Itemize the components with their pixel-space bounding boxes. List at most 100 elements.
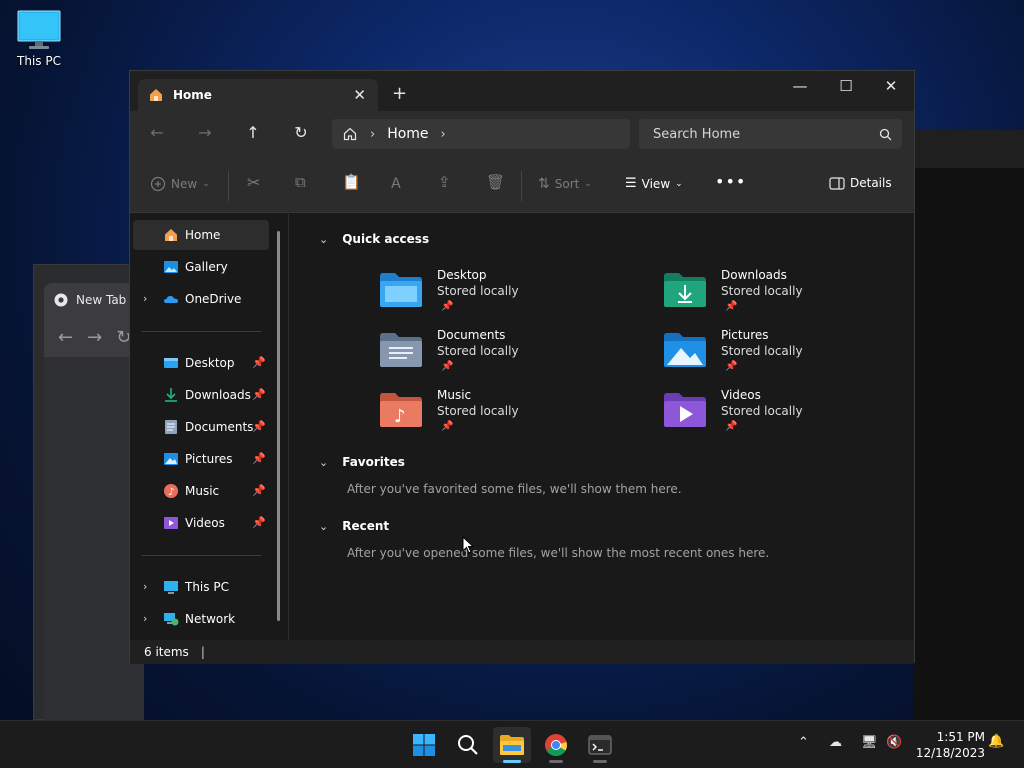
item-location: Stored locally bbox=[437, 344, 519, 358]
quick-access-item-pictures[interactable]: Pictures Stored locally 📌 bbox=[663, 328, 863, 384]
quick-access-item-desktop[interactable]: Desktop Stored locally 📌 bbox=[379, 268, 579, 324]
chrome-window[interactable]: New Tab ← → ↻ bbox=[33, 264, 144, 721]
chevron-down-icon[interactable]: ⌄ bbox=[319, 233, 328, 246]
sidebar-item-pictures[interactable]: Pictures 📌 bbox=[133, 444, 269, 474]
sidebar-item-label: Videos bbox=[185, 516, 225, 530]
desktop-this-pc[interactable]: This PC bbox=[10, 10, 68, 68]
delete-icon[interactable]: 🗑 bbox=[486, 173, 505, 191]
quick-access-item-videos[interactable]: Videos Stored locally 📌 bbox=[663, 388, 863, 444]
item-name: Documents bbox=[437, 328, 506, 342]
share-icon[interactable]: ⇪ bbox=[438, 173, 451, 191]
search-taskbar-button[interactable] bbox=[449, 727, 487, 763]
sidebar-item-label: Downloads bbox=[185, 388, 251, 402]
onedrive-offline-icon[interactable]: ☁ bbox=[829, 735, 842, 750]
tab-close-icon[interactable]: ✕ bbox=[353, 86, 366, 104]
terminal-taskbar-button[interactable] bbox=[581, 727, 619, 763]
sidebar-item-onedrive[interactable]: › OneDrive bbox=[133, 284, 269, 314]
running-indicator bbox=[549, 760, 563, 763]
forward-button[interactable]: → bbox=[193, 123, 217, 142]
search-input[interactable] bbox=[653, 126, 853, 142]
svg-text:♪: ♪ bbox=[168, 487, 174, 498]
content-pane: ⌄ Quick access Desktop Stored locally 📌 … bbox=[289, 214, 914, 640]
home-outline-icon bbox=[343, 127, 357, 141]
chevron-right-icon[interactable]: › bbox=[143, 612, 147, 625]
sidebar-item-gallery[interactable]: Gallery bbox=[133, 252, 269, 282]
rename-icon[interactable]: Ａ bbox=[389, 173, 403, 193]
cut-icon[interactable]: ✂ bbox=[247, 173, 260, 192]
search-box[interactable] bbox=[639, 119, 902, 149]
chevron-right-icon[interactable]: › bbox=[143, 580, 147, 593]
breadcrumb-home[interactable]: Home bbox=[387, 126, 428, 142]
title-bar[interactable]: Home ✕ + — ☐ ✕ bbox=[130, 71, 914, 111]
background-window[interactable] bbox=[913, 130, 1024, 720]
chevron-down-icon: ⌄ bbox=[675, 178, 683, 189]
sidebar-item-music[interactable]: ♪ Music 📌 bbox=[133, 476, 269, 506]
chevron-down-icon[interactable]: ⌄ bbox=[319, 520, 328, 533]
running-indicator bbox=[593, 760, 607, 763]
sidebar-item-documents[interactable]: Documents 📌 bbox=[133, 412, 269, 442]
file-explorer-taskbar-button[interactable] bbox=[493, 727, 531, 763]
sort-button[interactable]: ⇅ Sort ⌄ bbox=[538, 176, 592, 192]
quick-access-item-downloads[interactable]: Downloads Stored locally 📌 bbox=[663, 268, 863, 324]
quick-access-item-documents[interactable]: Documents Stored locally 📌 bbox=[379, 328, 579, 384]
tab-home[interactable]: Home ✕ bbox=[138, 79, 378, 111]
recent-empty-message: After you've opened some files, we'll sh… bbox=[347, 546, 770, 560]
sidebar-item-this-pc[interactable]: › This PC bbox=[133, 572, 269, 602]
address-bar[interactable]: › Home › bbox=[332, 119, 630, 149]
back-button[interactable]: ← bbox=[145, 123, 169, 142]
sidebar-item-label: Music bbox=[185, 484, 220, 498]
favorites-empty-message: After you've favorited some files, we'll… bbox=[347, 482, 682, 496]
sidebar-item-desktop[interactable]: Desktop 📌 bbox=[133, 348, 269, 378]
sidebar-divider bbox=[142, 331, 262, 332]
sidebar-item-label: Desktop bbox=[185, 356, 235, 370]
new-tab-button[interactable]: + bbox=[392, 83, 407, 104]
notification-bell-icon[interactable]: 🔔 bbox=[988, 734, 1004, 749]
quick-access-item-music[interactable]: ♪ Music Stored locally 📌 bbox=[379, 388, 579, 444]
paste-icon[interactable]: 📋 bbox=[342, 173, 361, 191]
sidebar-item-network[interactable]: › Network bbox=[133, 604, 269, 634]
terminal-icon bbox=[588, 735, 612, 755]
close-window-button[interactable]: ✕ bbox=[877, 77, 905, 95]
maximize-button[interactable]: ☐ bbox=[832, 77, 860, 95]
pin-icon: 📌 bbox=[725, 361, 738, 372]
sort-button-label: Sort bbox=[554, 177, 580, 191]
sidebar-item-label: OneDrive bbox=[185, 292, 242, 306]
sort-icon: ⇅ bbox=[538, 176, 550, 192]
item-location: Stored locally bbox=[437, 404, 519, 418]
background-window-strip bbox=[913, 130, 1024, 168]
more-options-icon[interactable]: ••• bbox=[715, 172, 746, 191]
view-button[interactable]: ☰ View ⌄ bbox=[625, 176, 683, 191]
up-button[interactable]: ↑ bbox=[241, 123, 265, 142]
sidebar-item-label: Pictures bbox=[185, 452, 233, 466]
search-icon bbox=[879, 128, 892, 140]
sidebar-item-videos[interactable]: Videos 📌 bbox=[133, 508, 269, 538]
details-pane-icon bbox=[829, 176, 845, 190]
chrome-forward-icon[interactable]: → bbox=[87, 327, 102, 348]
minimize-button[interactable]: — bbox=[786, 77, 814, 95]
chrome-taskbar-button[interactable] bbox=[537, 727, 575, 763]
new-button[interactable]: New ⌄ bbox=[150, 176, 210, 192]
chevron-right-icon[interactable]: › bbox=[441, 127, 446, 142]
start-button[interactable] bbox=[405, 727, 443, 763]
network-status-icon[interactable]: 🖥 bbox=[861, 735, 878, 750]
pin-icon: 📌 bbox=[252, 484, 266, 497]
chevron-down-icon: ⌄ bbox=[584, 179, 592, 189]
chevron-down-icon[interactable]: ⌄ bbox=[319, 456, 328, 469]
show-hidden-icons-chevron-icon[interactable]: ⌃ bbox=[798, 735, 809, 750]
sidebar-item-home[interactable]: Home bbox=[133, 220, 269, 250]
sidebar-item-downloads[interactable]: Downloads 📌 bbox=[133, 380, 269, 410]
details-button[interactable]: Details bbox=[829, 176, 892, 190]
copy-icon[interactable]: ⧉ bbox=[295, 173, 306, 191]
pin-icon: 📌 bbox=[252, 388, 266, 401]
refresh-button[interactable]: ↻ bbox=[289, 123, 313, 142]
sidebar-scrollbar[interactable] bbox=[277, 231, 280, 621]
item-name: Desktop bbox=[437, 268, 487, 282]
chevron-right-icon[interactable]: › bbox=[143, 292, 147, 305]
chrome-back-icon[interactable]: ← bbox=[58, 327, 73, 348]
favorites-header[interactable]: ⌄ Favorites bbox=[319, 455, 405, 469]
clock[interactable]: 1:51 PM 12/18/2023 bbox=[905, 729, 985, 761]
quick-access-header[interactable]: ⌄ Quick access bbox=[319, 232, 429, 246]
recent-header[interactable]: ⌄ Recent bbox=[319, 519, 389, 533]
pin-icon: 📌 bbox=[252, 516, 266, 529]
volume-muted-icon[interactable]: 🔇 bbox=[886, 735, 902, 750]
